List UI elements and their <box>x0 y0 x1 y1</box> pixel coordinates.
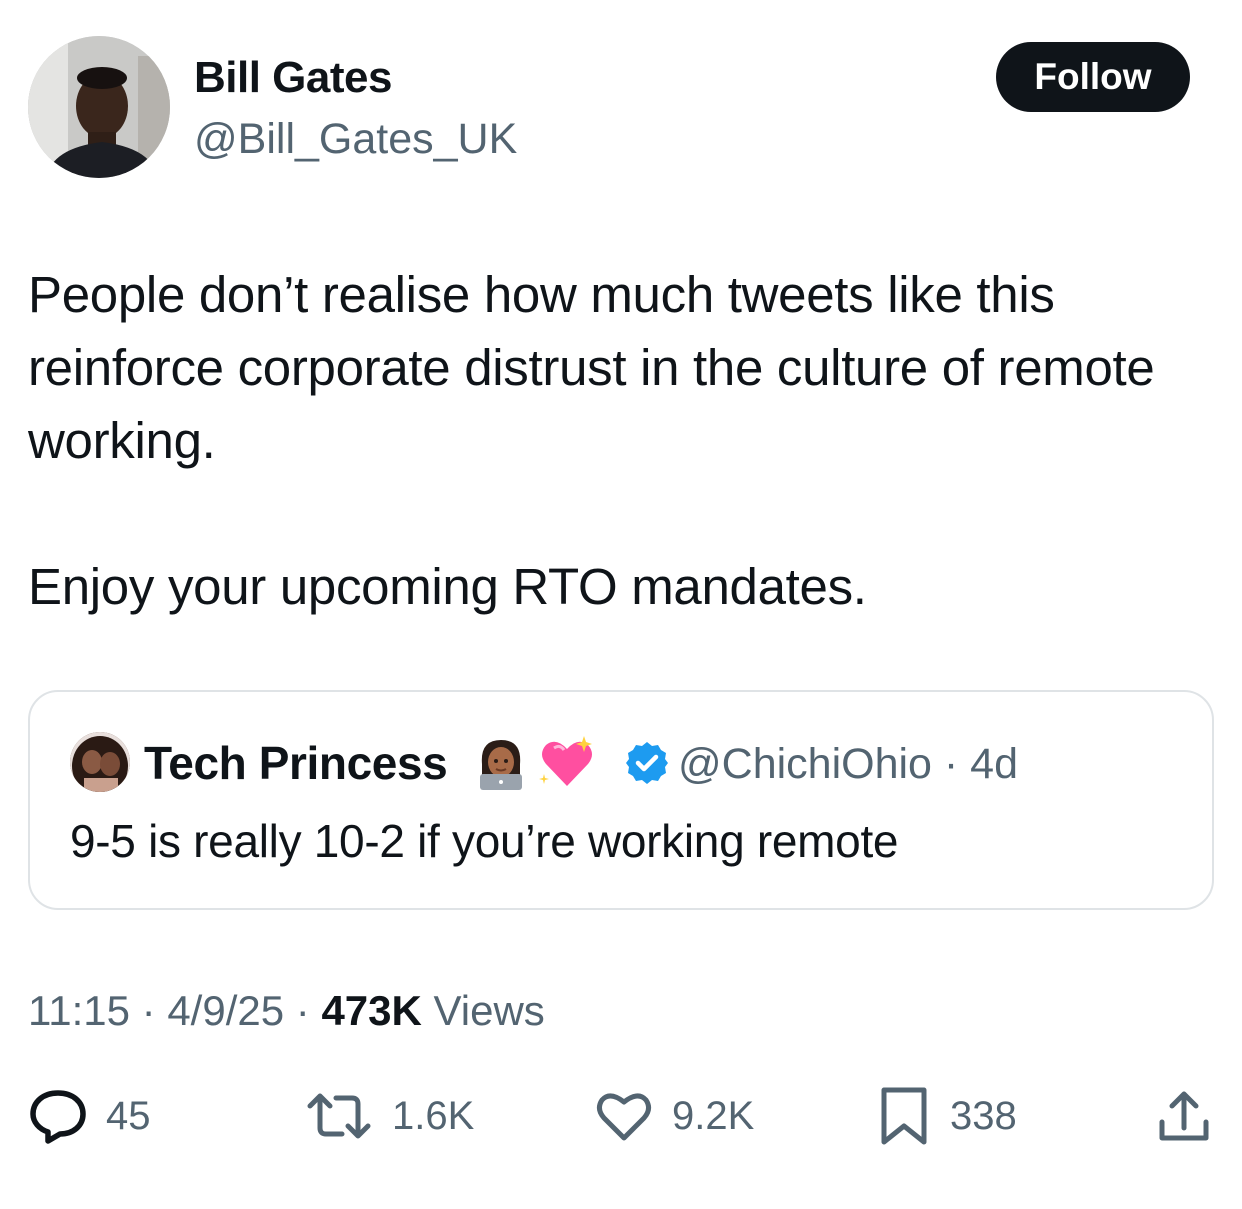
views-label: Views <box>421 987 545 1034</box>
quoted-author-name: Tech Princess <box>144 737 448 789</box>
like-count: 9.2K <box>672 1094 755 1138</box>
verified-badge-icon <box>624 740 670 786</box>
tweet-meta: 11:15 · 4/9/25 · 473K Views <box>28 986 545 1036</box>
author-handle[interactable]: @Bill_Gates_UK <box>194 114 517 164</box>
share-button[interactable] <box>1156 1088 1212 1144</box>
technologist-emoji-icon <box>472 734 530 792</box>
quoted-tweet-text: 9-5 is really 10-2 if you’re working rem… <box>70 815 899 867</box>
repost-button[interactable]: 1.6K <box>304 1088 474 1144</box>
tweet-text: People don’t realise how much tweets lik… <box>28 258 1218 623</box>
quoted-author-handle-time: @ChichiOhio · 4d <box>678 740 1019 788</box>
tweet-date[interactable]: 4/9/25 <box>167 987 284 1034</box>
tweet-time[interactable]: 11:15 <box>28 987 130 1034</box>
tweet-paragraph: People don’t realise how much tweets lik… <box>28 266 1155 469</box>
quoted-author-avatar <box>70 732 130 792</box>
tweet-paragraph: Enjoy your upcoming RTO mandates. <box>28 558 867 615</box>
like-button[interactable]: 9.2K <box>594 1088 754 1144</box>
bookmark-count: 338 <box>950 1094 1017 1138</box>
reply-icon <box>28 1088 88 1144</box>
reply-button[interactable]: 45 <box>28 1088 151 1144</box>
reply-count: 45 <box>106 1094 151 1138</box>
heart-icon <box>594 1088 654 1144</box>
repost-icon <box>304 1088 374 1144</box>
share-icon <box>1156 1088 1212 1144</box>
meta-separator: · <box>130 987 168 1034</box>
repost-count: 1.6K <box>392 1094 475 1138</box>
views-count[interactable]: 473K <box>321 987 421 1034</box>
meta-separator: · <box>284 987 322 1034</box>
sparkling-heart-emoji-icon <box>538 734 596 792</box>
author-name[interactable]: Bill Gates <box>194 52 392 104</box>
quoted-tweet-card[interactable]: Tech Princess @ChichiOhio · 4d 9-5 is re… <box>28 690 1214 910</box>
author-avatar[interactable] <box>28 36 170 178</box>
follow-button[interactable]: Follow <box>996 42 1190 112</box>
bookmark-button[interactable]: 338 <box>876 1086 1017 1146</box>
bookmark-icon <box>876 1086 932 1146</box>
tweet-detail: Bill Gates @Bill_Gates_UK Follow People … <box>0 0 1242 1209</box>
